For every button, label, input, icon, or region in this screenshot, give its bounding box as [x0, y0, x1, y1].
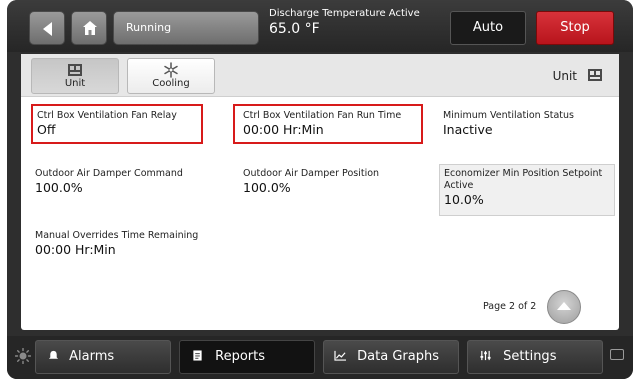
param-manual-overrides-time[interactable]: Manual Overrides Time Remaining 00:00 Hr… — [35, 230, 235, 258]
nav-data-graphs[interactable]: Data Graphs — [323, 340, 459, 374]
document-icon — [193, 350, 202, 361]
chevron-up-icon — [557, 302, 571, 310]
tab-cooling-label: Cooling — [152, 78, 190, 89]
param-value: 100.0% — [243, 180, 291, 195]
run-status-label: Running — [126, 21, 172, 34]
nav-reports-label: Reports — [215, 349, 266, 364]
param-value: Inactive — [443, 122, 493, 137]
param-label: Manual Overrides Time Remaining — [35, 230, 199, 241]
param-value: Off — [37, 122, 56, 137]
auto-button[interactable]: Auto — [450, 11, 526, 45]
param-damper-command[interactable]: Outdoor Air Damper Command 100.0% — [35, 168, 225, 196]
tab-cooling[interactable]: Cooling — [127, 58, 215, 94]
home-button[interactable] — [71, 11, 107, 45]
param-label: Outdoor Air Damper Position — [243, 168, 380, 179]
snowflake-icon — [164, 62, 178, 78]
brightness-icon[interactable] — [15, 348, 31, 364]
param-damper-position[interactable]: Outdoor Air Damper Position 100.0% — [243, 168, 433, 196]
tab-bar: Unit Cooling Unit — [21, 54, 619, 97]
tab-unit-label: Unit — [64, 78, 86, 89]
discharge-temperature: Discharge Temperature Active 65.0 °F — [269, 8, 420, 38]
param-value: 00:00 Hr:Min — [243, 122, 324, 137]
tab-unit[interactable]: Unit — [31, 58, 119, 94]
home-icon — [83, 21, 97, 35]
param-min-ventilation-status[interactable]: Minimum Ventilation Status Inactive — [443, 110, 615, 138]
param-label: Ctrl Box Ventilation Fan Relay — [37, 110, 177, 121]
graph-icon — [334, 350, 346, 361]
param-label: Minimum Ventilation Status — [443, 110, 574, 121]
top-bar: Running Discharge Temperature Active 65.… — [7, 0, 633, 52]
back-arrow-icon — [43, 22, 52, 36]
sliders-icon — [480, 350, 491, 361]
page-indicator: Page 2 of 2 — [483, 301, 537, 312]
param-label: Ctrl Box Ventilation Fan Run Time — [243, 110, 402, 121]
nav-alarms[interactable]: Alarms — [35, 340, 171, 374]
unit-context-icon — [588, 69, 602, 81]
hvac-controller-screen: Running Discharge Temperature Active 65.… — [7, 0, 633, 379]
run-status-button[interactable]: Running — [113, 11, 259, 45]
unit-context-label: Unit — [552, 69, 577, 83]
discharge-temperature-value: 65.0 °F — [269, 21, 320, 37]
back-button[interactable] — [29, 11, 65, 45]
param-economizer-min-position[interactable]: Economizer Min Position Setpoint Active … — [439, 164, 615, 216]
nav-settings[interactable]: Settings — [467, 340, 603, 374]
nav-alarms-label: Alarms — [69, 349, 115, 364]
nav-settings-label: Settings — [503, 349, 557, 364]
param-label: Outdoor Air Damper Command — [35, 168, 183, 179]
param-fan-run-time[interactable]: Ctrl Box Ventilation Fan Run Time 00:00 … — [233, 104, 423, 144]
param-fan-relay[interactable]: Ctrl Box Ventilation Fan Relay Off — [31, 104, 203, 144]
bottom-nav: Alarms Reports Data Graphs Settings — [7, 336, 633, 379]
param-value: 00:00 Hr:Min — [35, 242, 116, 257]
bell-icon — [48, 350, 59, 359]
stop-button[interactable]: Stop — [536, 11, 614, 45]
content-panel: Unit Cooling Unit Ctrl Box Ventilation F… — [21, 54, 619, 330]
param-value: 10.0% — [444, 192, 484, 207]
nav-reports[interactable]: Reports — [179, 340, 315, 374]
chat-icon[interactable] — [610, 349, 624, 360]
param-label: Economizer Min Position Setpoint Active — [444, 168, 603, 191]
nav-data-graphs-label: Data Graphs — [357, 349, 439, 364]
discharge-temperature-label: Discharge Temperature Active — [269, 8, 420, 19]
unit-icon — [68, 64, 82, 76]
param-value: 100.0% — [35, 180, 83, 195]
page-up-button[interactable] — [547, 290, 581, 324]
